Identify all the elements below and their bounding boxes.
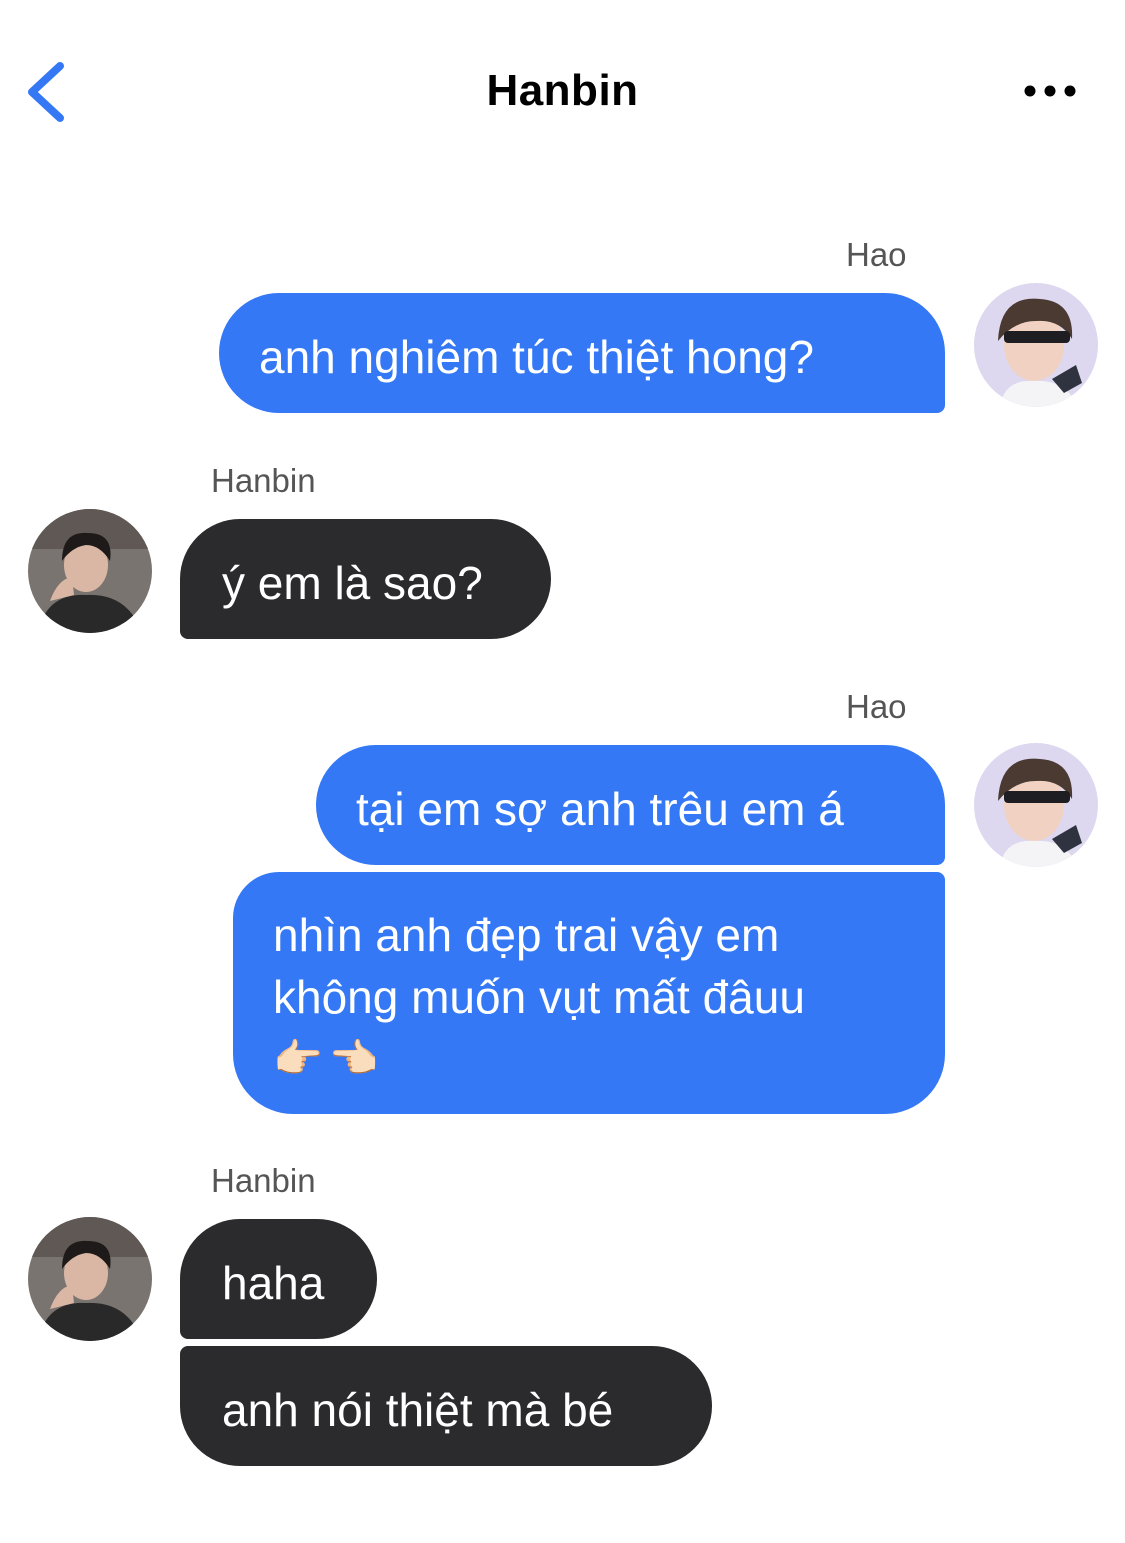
chat-screen: Hanbin Hao anh nghiêm túc thiệt hong? Ha… [0, 0, 1125, 1543]
sender-name-hanbin: Hanbin [211, 462, 316, 499]
message-bubble-incoming[interactable]: anh nói thiệt mà bé [180, 1346, 712, 1466]
avatar-hao-image [974, 743, 1098, 867]
message-bubble-incoming[interactable]: ý em là sao? [180, 519, 551, 639]
avatar-hao[interactable] [974, 283, 1098, 407]
message-bubble-outgoing[interactable]: tại em sợ anh trêu em á [316, 745, 945, 865]
message-bubble-outgoing[interactable]: anh nghiêm túc thiệt hong? [219, 293, 945, 413]
avatar-hanbin-image [28, 1217, 152, 1341]
sender-name-hanbin: Hanbin [211, 1162, 316, 1199]
avatar-hao-image [974, 283, 1098, 407]
more-horizontal-icon [1024, 85, 1076, 97]
chat-header: Hanbin [0, 0, 1125, 180]
message-text: tại em sợ anh trêu em á [356, 783, 844, 835]
message-bubble-incoming[interactable]: haha [180, 1219, 377, 1339]
message-text: anh nói thiệt mà bé [222, 1384, 614, 1436]
avatar-hanbin[interactable] [28, 1217, 152, 1341]
sender-name-hao: Hao [846, 236, 907, 273]
message-text-line-1: nhìn anh đẹp trai vậy em [273, 909, 780, 961]
avatar-hanbin[interactable] [28, 509, 152, 633]
message-bubble-outgoing[interactable]: nhìn anh đẹp trai vậy em không muốn vụt … [233, 872, 945, 1114]
pointing-fingers-emoji: 👉🏻👈🏻 [273, 1037, 385, 1081]
more-button[interactable] [1018, 76, 1082, 106]
message-text: ý em là sao? [222, 557, 483, 609]
avatar-hanbin-image [28, 509, 152, 633]
avatar-hao[interactable] [974, 743, 1098, 867]
message-text-line-2: không muốn vụt mất đâuu [273, 971, 805, 1023]
sender-name-hao: Hao [846, 688, 907, 725]
message-text: anh nghiêm túc thiệt hong? [259, 331, 814, 383]
message-text: haha [222, 1257, 325, 1309]
page-title: Hanbin [486, 66, 639, 115]
